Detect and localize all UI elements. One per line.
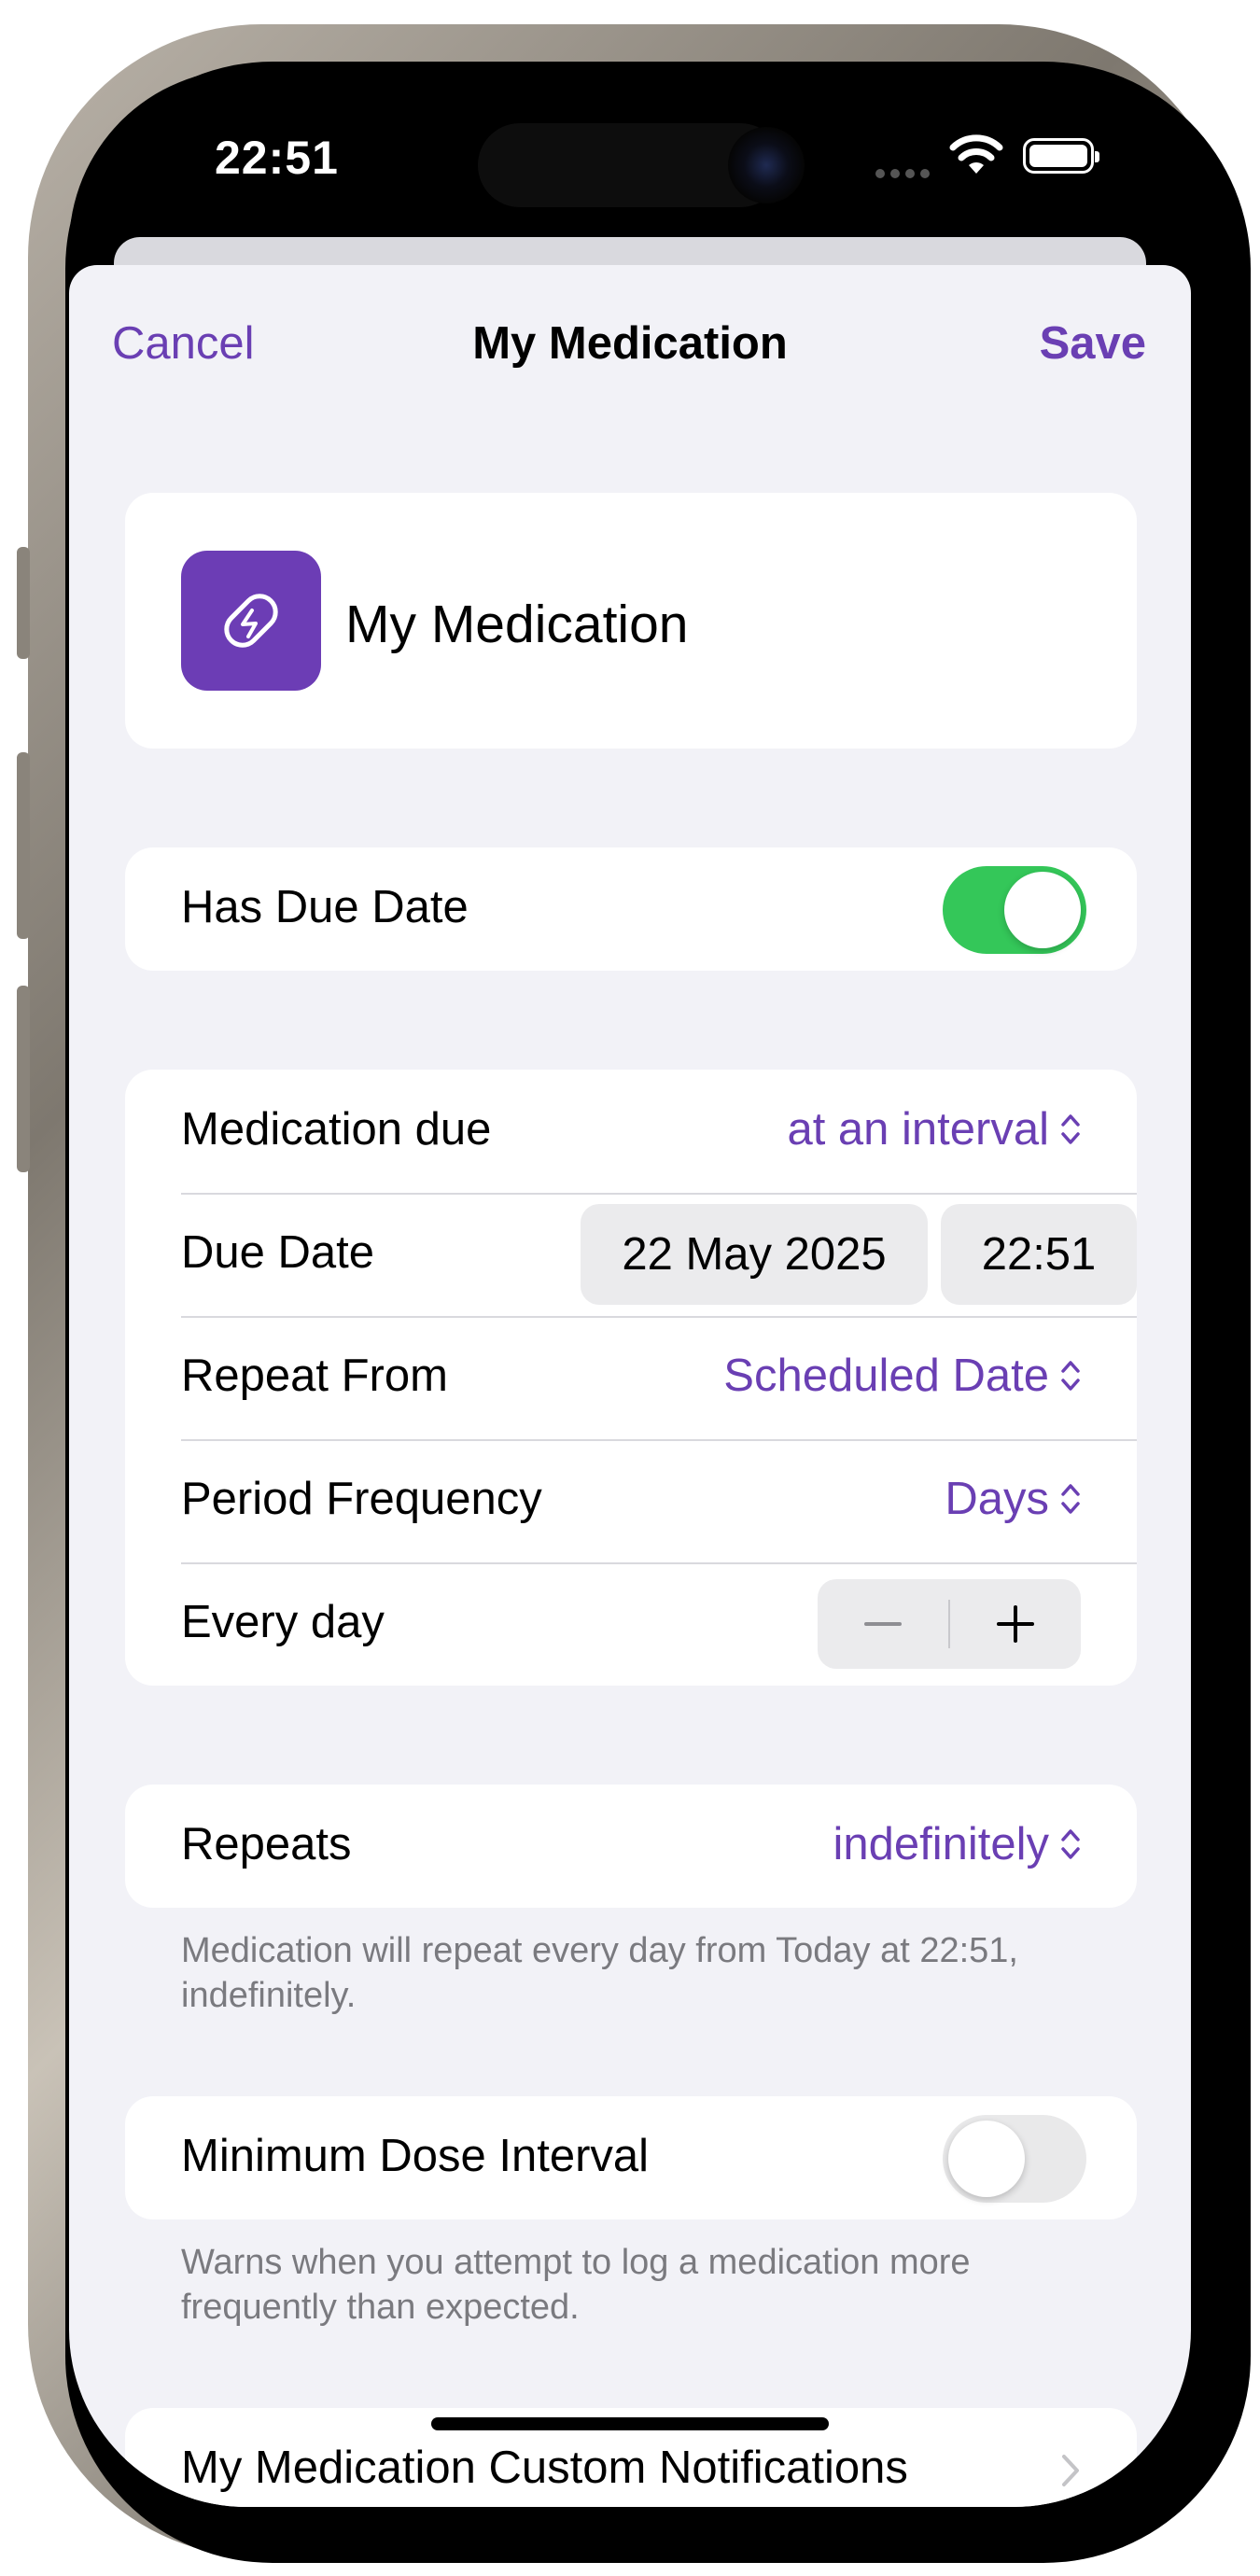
min-dose-row: Minimum Dose Interval	[181, 2096, 1137, 2219]
every-day-label: Every day	[181, 1597, 385, 1647]
repeat-from-row: Repeat From Scheduled Date	[181, 1316, 1137, 1441]
page-title: My Medication	[472, 318, 788, 369]
min-dose-toggle[interactable]	[943, 2115, 1086, 2203]
toggle-knob	[948, 2121, 1025, 2197]
chevron-up-down-icon	[1061, 1484, 1080, 1514]
increment-button[interactable]	[950, 1579, 1081, 1669]
repeats-card: Repeats indefinitely	[125, 1785, 1137, 1908]
schedule-card: Medication due at an interval Due Date 2…	[125, 1070, 1137, 1686]
every-day-row: Every day	[181, 1562, 1137, 1686]
volume-up-button	[17, 752, 30, 939]
repeats-picker[interactable]: indefinitely	[833, 1818, 1081, 1870]
repeat-from-picker[interactable]: Scheduled Date	[723, 1350, 1081, 1402]
min-dose-label: Minimum Dose Interval	[181, 2131, 650, 2181]
min-dose-footnote: Warns when you attempt to log a medicati…	[181, 2243, 971, 2327]
pill-icon	[224, 594, 278, 648]
minus-icon	[864, 1622, 902, 1626]
medication-due-row: Medication due at an interval	[181, 1070, 1137, 1195]
cellular-signal-icon	[875, 166, 941, 178]
chevron-up-down-icon	[1061, 1829, 1080, 1859]
due-date-row: Due Date 22 May 2025 22:51	[181, 1193, 1137, 1318]
period-frequency-label: Period Frequency	[181, 1474, 542, 1524]
chevron-up-down-icon	[1061, 1114, 1080, 1144]
navigation-bar: Cancel My Medication Save	[69, 265, 1191, 414]
due-date-time-picker[interactable]: 22:51	[941, 1204, 1137, 1305]
repeat-from-value: Scheduled Date	[723, 1351, 1049, 1401]
save-button[interactable]: Save	[1040, 317, 1146, 370]
custom-notifications-label: My Medication Custom Notifications	[181, 2443, 908, 2493]
medication-name-field[interactable]: My Medication	[345, 594, 688, 655]
chevron-up-down-icon	[1061, 1361, 1080, 1391]
medication-due-picker[interactable]: at an interval	[787, 1103, 1081, 1155]
interval-stepper	[818, 1579, 1081, 1669]
period-frequency-row: Period Frequency Days	[181, 1439, 1137, 1564]
has-due-date-toggle[interactable]	[943, 866, 1086, 954]
wifi-icon	[949, 134, 1003, 174]
action-button	[17, 547, 30, 659]
volume-down-button	[17, 986, 30, 1172]
repeats-label: Repeats	[181, 1819, 352, 1869]
due-date-toggle-card: Has Due Date	[125, 847, 1137, 971]
repeats-value: indefinitely	[833, 1819, 1049, 1869]
decrement-button[interactable]	[818, 1579, 948, 1669]
screen: 22:51 Cancel My Medication Save My Medic…	[69, 69, 1191, 2507]
status-bar: 22:51	[69, 69, 1191, 256]
battery-icon	[1023, 138, 1099, 174]
repeats-row: Repeats indefinitely	[181, 1785, 1137, 1908]
min-dose-card: Minimum Dose Interval	[125, 2096, 1137, 2219]
due-date-date-picker[interactable]: 22 May 2025	[581, 1204, 928, 1305]
medication-due-label: Medication due	[181, 1104, 492, 1155]
period-frequency-picker[interactable]: Days	[945, 1473, 1081, 1525]
medication-due-value: at an interval	[787, 1104, 1049, 1155]
has-due-date-label: Has Due Date	[181, 882, 469, 932]
toggle-knob	[1004, 872, 1081, 948]
repeat-from-label: Repeat From	[181, 1351, 448, 1401]
repeats-footnote: Medication will repeat every day from To…	[181, 1931, 1018, 2015]
has-due-date-row: Has Due Date	[181, 847, 1137, 971]
edit-medication-sheet: Cancel My Medication Save My Medication …	[69, 265, 1191, 2507]
home-indicator[interactable]	[431, 2417, 829, 2430]
period-frequency-value: Days	[945, 1474, 1049, 1524]
status-time: 22:51	[215, 132, 339, 184]
plus-icon	[997, 1605, 1034, 1643]
chevron-right-icon	[1062, 2455, 1079, 2486]
medication-icon-button[interactable]	[181, 551, 321, 691]
camera-icon	[728, 127, 805, 203]
due-date-label: Due Date	[181, 1227, 375, 1278]
medication-name-card: My Medication	[125, 493, 1137, 749]
